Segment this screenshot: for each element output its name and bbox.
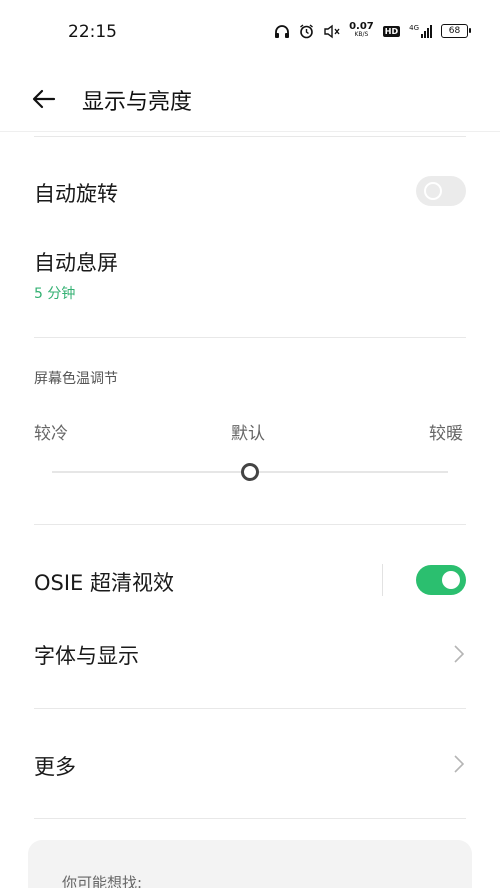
battery-level: 68: [448, 26, 461, 36]
app-bar: 显示与亮度: [0, 66, 500, 132]
toggle-knob: [424, 182, 442, 200]
network-type: 4G: [409, 23, 419, 32]
color-temp-default-label: 默认: [231, 424, 265, 444]
font-display-label: 字体与显示: [34, 644, 139, 668]
page-title: 显示与亮度: [82, 90, 193, 115]
osie-toggle[interactable]: [416, 565, 466, 595]
status-time: 22:15: [68, 22, 117, 42]
auto-rotate-label: 自动旋转: [34, 182, 118, 206]
more-label: 更多: [34, 755, 76, 779]
battery-icon: 68: [441, 24, 471, 38]
chevron-right-icon: [452, 752, 466, 776]
color-temp-warm-label: 较暖: [429, 424, 463, 444]
color-temp-cool-label: 较冷: [34, 424, 68, 444]
color-temp-section-label: 屏幕色温调节: [34, 371, 118, 387]
screen-timeout-value: 5 分钟: [34, 286, 76, 302]
divider: [34, 337, 466, 338]
screen-timeout-label: 自动息屏: [34, 251, 118, 275]
alarm-icon: [299, 23, 314, 39]
osie-label: OSIE 超清视效: [34, 571, 174, 595]
suggestions-title: 你可能想找:: [62, 874, 143, 888]
headphones-icon: [274, 24, 290, 39]
divider: [34, 524, 466, 525]
signal-icon: 4G: [409, 23, 432, 38]
hd-badge: HD: [382, 25, 401, 37]
back-arrow-icon: [32, 89, 56, 109]
divider: [34, 708, 466, 709]
mute-icon: [323, 24, 340, 39]
divider: [34, 136, 466, 137]
network-speed: 0.07 KB/S: [349, 21, 374, 39]
color-temp-slider-thumb[interactable]: [241, 463, 259, 481]
status-icons: 0.07 KB/S HD 4G 68: [274, 21, 471, 39]
vertical-separator: [382, 564, 383, 596]
divider: [34, 818, 466, 819]
network-speed-value: 0.07: [349, 21, 374, 32]
auto-rotate-toggle[interactable]: [416, 176, 466, 206]
toggle-knob: [442, 571, 460, 589]
status-bar: 22:15 0.07 KB/S HD 4G 68: [0, 0, 500, 66]
suggestions-card: 你可能想找:: [28, 840, 472, 888]
network-speed-unit: KB/S: [354, 31, 369, 38]
back-button[interactable]: [24, 82, 64, 116]
chevron-right-icon: [452, 642, 466, 666]
